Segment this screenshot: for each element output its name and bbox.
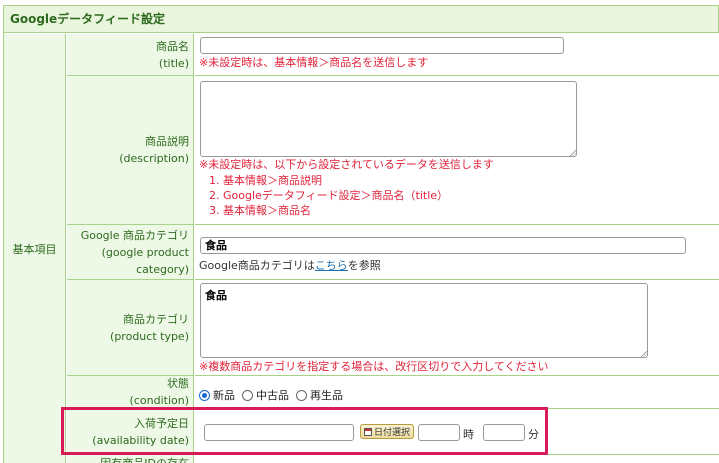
resize-grip-icon[interactable] (569, 149, 576, 156)
group-label: 基本項目 (4, 34, 66, 463)
row-field-product-type: 食品 ※複数商品カテゴリを指定する場合は、改行区切りで入力してください (195, 280, 719, 376)
panel-title: Googleデータフィード設定 (3, 5, 719, 33)
row-label-google-category: Google 商品カテゴリ (google product category) (67, 225, 194, 280)
label-ja: 商品説明 (145, 135, 189, 148)
description-list-item: 3. 基本情報＞商品名 (209, 204, 311, 217)
row-field-identifier (195, 455, 719, 463)
description-list-item: 1. 基本情報＞商品説明 (209, 174, 322, 187)
google-category-input[interactable]: 食品 (200, 237, 686, 254)
group-label-text: 基本項目 (12, 242, 57, 256)
highlight-box (61, 407, 548, 455)
label-ja: 商品カテゴリ (123, 312, 189, 326)
radio-label: 中古品 (256, 389, 289, 402)
radio-used[interactable] (242, 389, 253, 401)
radio-label: 再生品 (310, 389, 343, 402)
label-ja: 状態 (167, 377, 189, 390)
label-en: (title) (158, 56, 189, 70)
row-label-title: 商品名 (title) (67, 34, 194, 76)
label-ja: Google 商品カテゴリ (80, 228, 189, 242)
title-note: ※未設定時は、基本情報＞商品名を送信します (199, 56, 429, 69)
label-ja: 固有商品IDの存在 (67, 455, 189, 463)
label-ja: 商品名 (156, 39, 189, 53)
description-textarea[interactable] (200, 81, 577, 157)
label-en: category) (136, 262, 189, 276)
row-label-product-type: 商品カテゴリ (product type) (67, 280, 194, 376)
label-en: (product type) (110, 329, 189, 343)
product-type-note: ※複数商品カテゴリを指定する場合は、改行区切りで入力してください (199, 360, 549, 373)
row-field-google-category: 食品 Google商品カテゴリはこちらを参照 (195, 225, 719, 280)
resize-grip-icon[interactable] (640, 350, 647, 357)
radio-refurbished[interactable] (296, 389, 307, 401)
google-category-help: Google商品カテゴリはこちらを参照 (199, 257, 381, 273)
radio-new[interactable] (199, 389, 210, 401)
row-label-condition: 状態 (condition) (67, 376, 194, 409)
condition-radio-group: 新品 中古品 再生品 (199, 387, 347, 403)
row-field-title: ※未設定時は、基本情報＞商品名を送信します (195, 34, 719, 76)
help-text: を参照 (347, 259, 381, 272)
title-input[interactable] (200, 37, 564, 54)
label-en: (google product (101, 245, 189, 259)
row-label-description: 商品説明 (description) (67, 76, 194, 225)
radio-label: 新品 (213, 389, 235, 402)
help-text: Google商品カテゴリは (199, 259, 315, 272)
product-type-textarea[interactable]: 食品 (200, 283, 648, 358)
row-label-identifier: 固有商品IDの存在 (67, 455, 194, 463)
row-field-condition: 新品 中古品 再生品 (195, 376, 719, 409)
description-list-item: 2. Googleデータフィード設定＞商品名（title） (209, 189, 449, 202)
google-feed-settings-frame: Googleデータフィード設定 基本項目 商品名 (title) ※未設定時は、… (0, 0, 719, 463)
row-field-description: ※未設定時は、以下から設定されているデータを送信します 1. 基本情報＞商品説明… (195, 76, 719, 225)
label-en: (description) (119, 152, 189, 165)
category-reference-link[interactable]: こちら (315, 259, 348, 272)
description-note: ※未設定時は、以下から設定されているデータを送信します (199, 158, 494, 171)
